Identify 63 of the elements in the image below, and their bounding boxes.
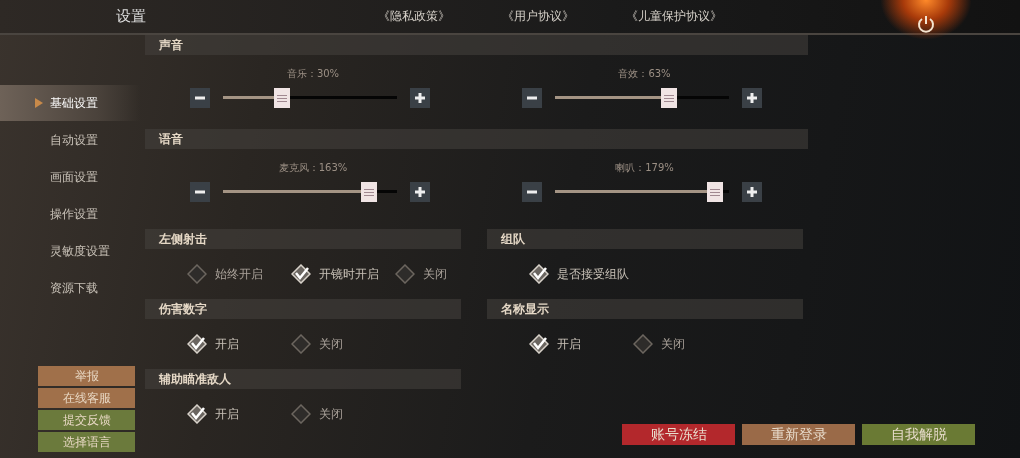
slider-thumb[interactable] <box>661 88 678 108</box>
side-action-button[interactable]: 提交反馈 <box>38 410 135 430</box>
option-label: 开启 <box>557 335 581 353</box>
sidebar-item[interactable]: 灵敏度设置 <box>0 233 140 269</box>
plus-button[interactable] <box>741 88 762 108</box>
checkbox[interactable] <box>633 334 653 354</box>
triangle-icon <box>35 98 43 108</box>
side-action-button[interactable]: 选择语言 <box>38 432 135 452</box>
plus-icon <box>746 93 757 103</box>
option-label: 关闭 <box>661 335 685 353</box>
section-title: 组队 <box>501 230 525 248</box>
option-label: 开启 <box>215 405 239 423</box>
plus-icon <box>415 187 425 197</box>
section-title: 名称显示 <box>501 300 549 318</box>
checkbox[interactable] <box>187 264 207 284</box>
policy-link[interactable]: 《儿童保护协议》 <box>626 8 722 25</box>
section-title: 语音 <box>159 130 183 148</box>
option-label: 开镜时开启 <box>319 265 379 283</box>
minus-button[interactable] <box>521 182 542 202</box>
option-label: 开启 <box>215 335 239 353</box>
page-title: 设置 <box>116 7 147 26</box>
plus-icon <box>415 93 425 103</box>
plus-button[interactable] <box>410 182 430 202</box>
slider-label: 麦克风：163% <box>277 161 349 175</box>
checkbox[interactable] <box>291 334 311 354</box>
action-button[interactable]: 重新登录 <box>742 424 855 445</box>
minus-button[interactable] <box>190 88 210 108</box>
policy-link[interactable]: 《隐私政策》 <box>378 8 450 25</box>
option-label: 关闭 <box>319 335 343 353</box>
checked-checkbox[interactable] <box>187 334 207 354</box>
checked-checkbox[interactable] <box>529 334 549 354</box>
policy-link[interactable]: 《用户协议》 <box>502 8 574 25</box>
option-label: 是否接受组队 <box>557 265 629 283</box>
plus-icon <box>746 187 757 197</box>
option-label: 始终开启 <box>215 265 263 283</box>
section-title: 左侧射击 <box>159 230 207 248</box>
plus-button[interactable] <box>741 182 762 202</box>
sidebar-item[interactable]: 资源下载 <box>0 270 140 306</box>
checkbox[interactable] <box>291 404 311 424</box>
slider-label: 喇叭：179% <box>614 161 675 175</box>
action-button[interactable]: 自我解脱 <box>862 424 975 445</box>
checked-checkbox[interactable] <box>529 264 549 284</box>
sidebar-item[interactable]: 操作设置 <box>0 196 140 232</box>
section-title: 声音 <box>159 36 183 54</box>
slider-thumb[interactable] <box>274 88 291 108</box>
action-button[interactable]: 账号冻结 <box>622 424 735 445</box>
sidebar-item[interactable]: 画面设置 <box>0 159 140 195</box>
option-label: 关闭 <box>423 265 447 283</box>
section-title: 伤害数字 <box>159 300 207 318</box>
minus-button[interactable] <box>521 88 542 108</box>
sidebar-item[interactable]: 自动设置 <box>0 122 140 158</box>
checked-checkbox[interactable] <box>291 264 311 284</box>
power-icon <box>916 14 936 34</box>
checked-checkbox[interactable] <box>187 404 207 424</box>
slider-thumb[interactable] <box>361 182 378 202</box>
minus-button[interactable] <box>190 182 210 202</box>
option-label: 关闭 <box>319 405 343 423</box>
slider-thumb[interactable] <box>706 182 723 202</box>
checkbox[interactable] <box>395 264 415 284</box>
plus-button[interactable] <box>410 88 430 108</box>
slider-label: 音乐：30% <box>285 67 341 81</box>
section-title: 辅助瞄准敌人 <box>159 370 231 388</box>
slider-label: 音效：63% <box>617 67 672 81</box>
